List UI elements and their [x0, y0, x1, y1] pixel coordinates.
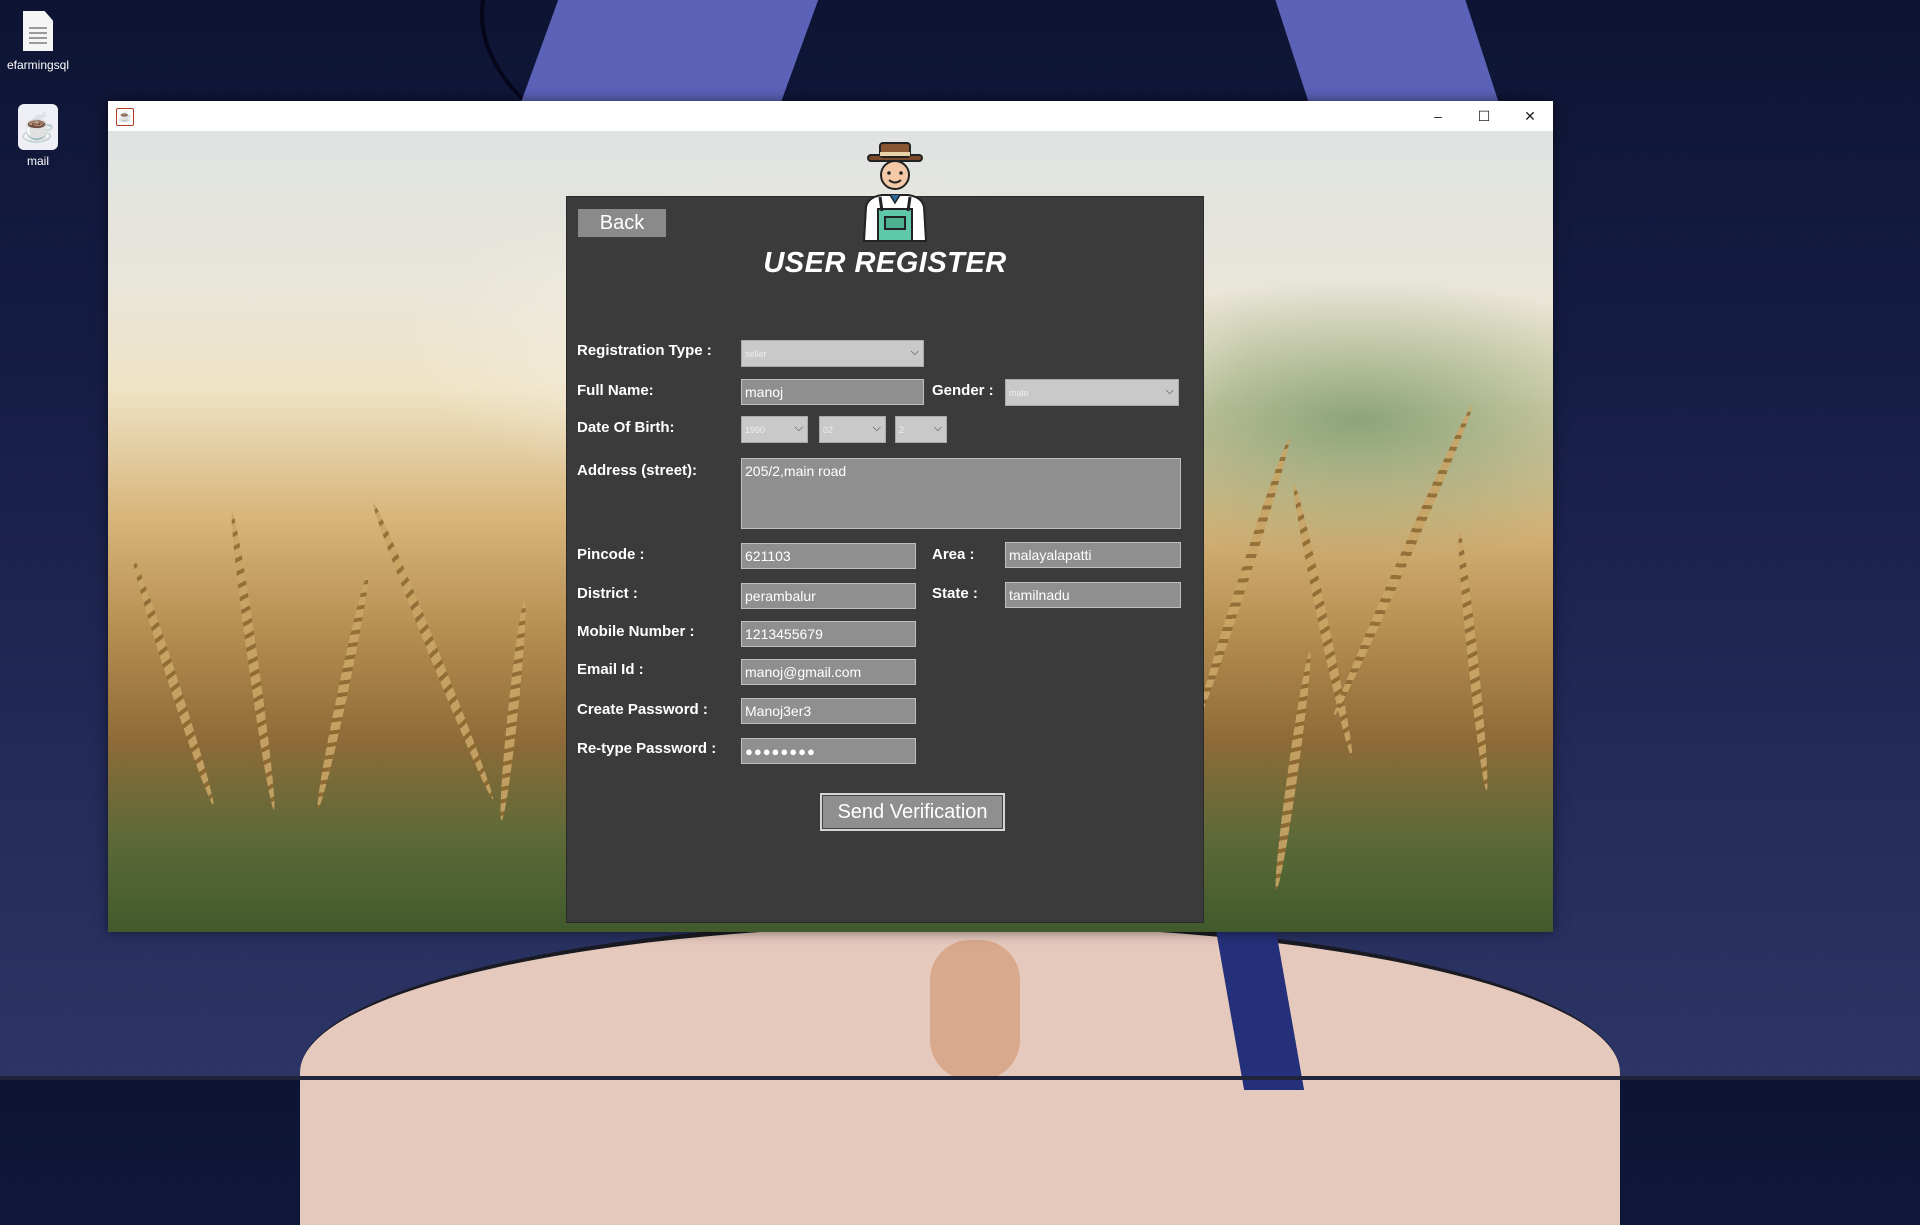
text-file-icon [18, 8, 58, 54]
farmer-avatar-icon [862, 142, 928, 242]
register-panel: Back USER REGISTER Registration Type : s… [566, 196, 1204, 923]
wheat-field-background: Back USER REGISTER Registration Type : s… [108, 131, 1553, 932]
pincode-label: Pincode : [577, 546, 645, 563]
page-title: USER REGISTER [763, 247, 1007, 279]
dob-day-value: 2 [899, 424, 905, 435]
state-field[interactable]: tamilnadu [1005, 582, 1181, 608]
chevron-down-icon: ⌵ [872, 422, 881, 434]
area-field[interactable]: malayalapatti [1005, 542, 1181, 568]
dob-month-select[interactable]: 02 ⌵ [819, 416, 886, 443]
retype-password-label: Re-type Password : [577, 740, 717, 757]
full-name-field[interactable]: manoj [741, 379, 924, 405]
wallpaper-neck [930, 940, 1020, 1080]
java-app-icon: ☕ [18, 104, 58, 150]
area-label: Area : [932, 546, 975, 563]
chevron-down-icon: ⌵ [910, 346, 919, 358]
dob-label: Date Of Birth: [577, 419, 675, 436]
gender-label: Gender : [932, 382, 994, 399]
back-button[interactable]: Back [578, 209, 666, 237]
chevron-down-icon: ⌵ [1165, 385, 1174, 397]
dob-month-value: 02 [823, 424, 834, 435]
email-field[interactable]: manoj@gmail.com [741, 659, 916, 685]
java-cup-icon: ☕ [116, 108, 134, 126]
state-label: State : [932, 585, 978, 602]
mobile-label: Mobile Number : [577, 623, 695, 640]
dob-day-select[interactable]: 2 ⌵ [895, 416, 947, 443]
registration-type-value: seller [745, 348, 767, 359]
desktop-icon-label: efarmingsql [6, 58, 70, 72]
maximize-button[interactable]: ☐ [1461, 101, 1507, 131]
email-label: Email Id : [577, 661, 644, 678]
registration-type-select[interactable]: seller ⌵ [741, 340, 924, 367]
mobile-field[interactable]: 1213455679 [741, 621, 916, 647]
retype-password-field[interactable]: ●●●●●●●● [741, 738, 916, 764]
dob-year-select[interactable]: 1990 ⌵ [741, 416, 808, 443]
app-window: ☕ – ☐ ✕ Back USER REGISTER Registration … [108, 101, 1553, 932]
address-textarea[interactable]: 205/2,main road [741, 458, 1181, 529]
registration-type-label: Registration Type : [577, 342, 712, 359]
send-verification-button[interactable]: Send Verification [820, 793, 1005, 831]
district-label: District : [577, 585, 638, 602]
desktop-icon-label: mail [26, 154, 49, 168]
gender-select[interactable]: male ⌵ [1005, 379, 1179, 406]
chevron-down-icon: ⌵ [794, 422, 803, 434]
full-name-label: Full Name: [577, 382, 654, 399]
minimize-button[interactable]: – [1415, 101, 1461, 131]
desktop-icon-efarmingsql[interactable]: efarmingsql [0, 8, 76, 72]
desktop-icon-mail[interactable]: ☕ mail [0, 104, 76, 168]
pincode-field[interactable]: 621103 [741, 543, 916, 569]
district-field[interactable]: perambalur [741, 583, 916, 609]
chevron-down-icon: ⌵ [933, 422, 942, 434]
create-password-field[interactable]: Manoj3er3 [741, 698, 916, 724]
close-button[interactable]: ✕ [1507, 101, 1553, 131]
title-bar[interactable]: ☕ – ☐ ✕ [108, 101, 1553, 131]
taskbar-edge [0, 1076, 1920, 1080]
dob-year-value: 1990 [745, 424, 766, 435]
gender-value: male [1009, 387, 1029, 398]
address-label: Address (street): [577, 462, 698, 479]
create-password-label: Create Password : [577, 701, 708, 718]
